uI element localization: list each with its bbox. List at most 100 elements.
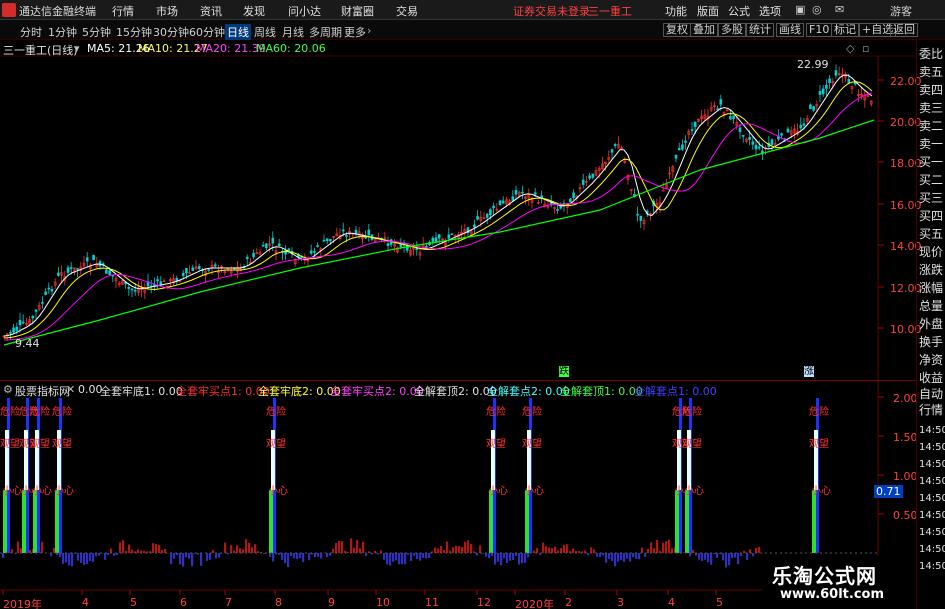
candle-body xyxy=(511,196,515,202)
tab-buy5[interactable]: 买五 xyxy=(919,227,945,241)
x-tick: 8 xyxy=(275,596,282,609)
x-tick: 2020年 xyxy=(515,598,554,609)
candle-body xyxy=(754,144,758,150)
candle-body xyxy=(15,326,19,331)
candle-body xyxy=(207,269,211,271)
candle-body xyxy=(325,238,329,242)
indicator-value: 全解套点2: 0.00 xyxy=(487,385,570,398)
indicator-bar xyxy=(698,553,701,560)
tab-hangqing[interactable]: 行情 xyxy=(919,403,945,417)
watch-label: 观望 xyxy=(52,437,72,450)
indicator-bar xyxy=(587,553,590,556)
indicator-bar xyxy=(368,551,371,553)
indicator-bar xyxy=(524,553,527,563)
tab-huanshou[interactable]: 换手 xyxy=(919,335,945,349)
time-entry: 14:50 xyxy=(919,544,945,555)
indicator-bar xyxy=(296,553,299,560)
indicator-bar xyxy=(182,553,185,567)
indicator-bar xyxy=(683,552,686,553)
tab-zhangfu[interactable]: 涨幅 xyxy=(919,281,945,295)
tab-buy4[interactable]: 买四 xyxy=(919,209,945,223)
indicator-bar xyxy=(623,553,626,562)
tab-mai3[interactable]: 卖三 xyxy=(919,101,945,115)
watch-label: 观望 xyxy=(266,437,286,450)
indicator-bar xyxy=(173,553,176,559)
careful-label: 小心 xyxy=(54,485,74,497)
tab-xianjia[interactable]: 现价 xyxy=(919,245,945,259)
candle-body xyxy=(9,332,12,334)
tab-buy3[interactable]: 买三 xyxy=(919,191,945,205)
tab-mai2[interactable]: 卖二 xyxy=(919,119,945,133)
ma60-line xyxy=(3,119,875,346)
indicator-bar xyxy=(236,545,239,553)
indicator-bar xyxy=(629,553,632,562)
tab-waipan[interactable]: 外盘 xyxy=(919,317,945,331)
indicator-bar xyxy=(644,553,647,557)
indicator-bar xyxy=(287,553,290,568)
watch-label: 观望 xyxy=(522,437,542,450)
candle-body xyxy=(821,88,825,95)
watch-label: 观望 xyxy=(30,437,50,450)
tab-zhangdie[interactable]: 涨跌 xyxy=(919,263,945,277)
right-side-tabs: 委比 卖五 卖四 卖三 卖二 卖一 买一 买二 买三 买四 买五 现价 涨跌 涨… xyxy=(916,40,945,609)
indicator-bar xyxy=(521,553,524,564)
indicator-bar xyxy=(350,538,353,553)
tab-buy2[interactable]: 买二 xyxy=(919,173,945,187)
x-tick: 2019年 xyxy=(3,598,42,609)
candle-body xyxy=(825,84,828,89)
indicator-bar xyxy=(2,553,5,559)
candle-body xyxy=(741,135,745,137)
indicator-bar xyxy=(386,553,389,565)
settings-icon[interactable]: ⚙ xyxy=(3,383,13,396)
close-icon[interactable]: ✕ xyxy=(66,383,75,396)
indicator-bar xyxy=(155,544,158,553)
tab-buy1[interactable]: 买一 xyxy=(919,155,945,169)
indicator-tick: 0.50 xyxy=(893,509,918,522)
indicator-bar xyxy=(17,541,20,553)
indicator-bar xyxy=(239,548,242,553)
indicator-bar xyxy=(11,549,14,553)
indicator-bar xyxy=(440,545,443,553)
danger-label: 危险 xyxy=(30,405,50,418)
indicator-bar xyxy=(419,553,422,561)
indicator-bar xyxy=(80,553,83,563)
indicator-bar xyxy=(563,544,566,553)
indicator-bar xyxy=(458,545,461,553)
tab-mai5[interactable]: 卖五 xyxy=(919,65,945,79)
tab-mai1[interactable]: 卖一 xyxy=(919,137,945,151)
candle-body xyxy=(265,243,268,249)
careful-label: 小心 xyxy=(684,485,704,497)
tab-weibi[interactable]: 委比 xyxy=(919,47,945,61)
indicator-name[interactable]: 股票指标网 xyxy=(15,383,70,399)
candle-body xyxy=(76,268,79,270)
indicator-bar xyxy=(83,553,86,565)
tab-zidong[interactable]: 自动 xyxy=(919,387,945,401)
tab-shouyi[interactable]: 收益 xyxy=(919,371,945,385)
candle-body xyxy=(130,288,134,291)
x-tick: 12 xyxy=(477,596,491,609)
indicator-bar xyxy=(506,553,509,564)
indicator-bar xyxy=(215,553,218,559)
candle-body xyxy=(661,189,665,192)
candle-body xyxy=(818,91,822,95)
indicator-bar xyxy=(395,553,398,561)
candle-body xyxy=(674,155,678,159)
tab-mai4[interactable]: 卖四 xyxy=(919,83,945,97)
x-tick: 11 xyxy=(425,596,439,609)
indicator-bar xyxy=(632,553,635,558)
candle-body xyxy=(681,144,684,150)
tab-zongliang[interactable]: 总量 xyxy=(919,299,945,313)
tab-jingzi[interactable]: 净资 xyxy=(919,353,945,367)
kline-chart[interactable]: 危险观望小心 危险观望小心 危险观望小心 危险观望小心 危险观望小心 危险观望小心 危险观望… xyxy=(0,0,916,609)
candle-body xyxy=(316,245,319,247)
indicator-bar xyxy=(362,541,365,553)
indicator-bar xyxy=(557,550,560,553)
candle-body xyxy=(261,245,265,247)
candle-body xyxy=(181,272,185,277)
indicator-bar xyxy=(455,545,458,553)
candle-body xyxy=(425,246,428,248)
candle-body xyxy=(47,287,51,290)
danger-label: 危险 xyxy=(522,405,542,418)
indicator-bar xyxy=(308,553,311,561)
indicator-bar xyxy=(191,553,194,567)
